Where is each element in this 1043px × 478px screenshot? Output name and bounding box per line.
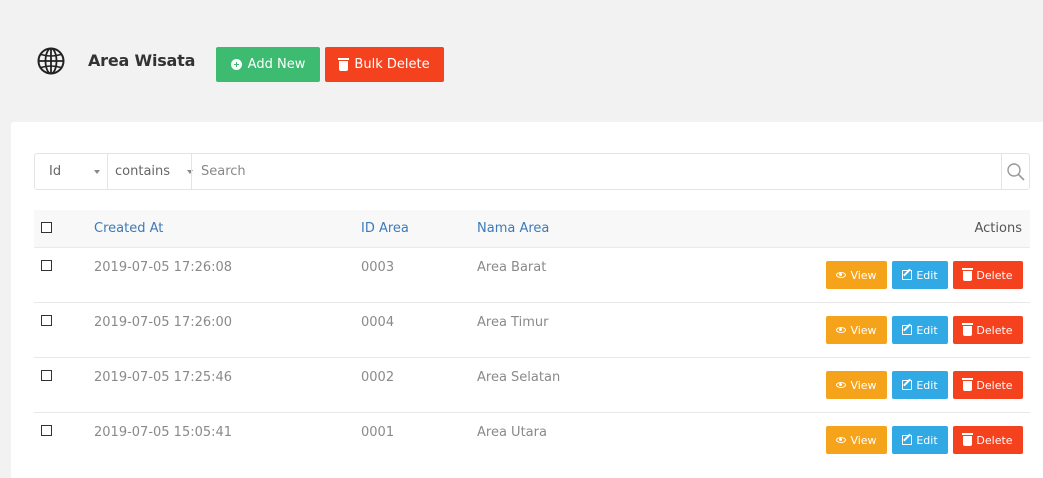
cell-nama-area: Area Barat — [477, 260, 547, 275]
page-title: Area Wisata — [88, 51, 196, 70]
edit-icon — [902, 270, 913, 280]
cell-id-area: 0003 — [361, 260, 395, 275]
delete-label: Delete — [976, 378, 1013, 392]
edit-button[interactable]: Edit — [892, 316, 948, 344]
chevron-down-icon[interactable] — [187, 170, 193, 174]
divider — [1001, 154, 1002, 189]
row-actions: View Edit Delete — [826, 371, 1023, 399]
page-header: Area Wisata Add New Bulk Delete — [0, 0, 1043, 122]
globe-icon — [37, 47, 65, 75]
edit-icon — [902, 380, 913, 390]
search-icon[interactable] — [1006, 162, 1026, 182]
filter-operator-select[interactable]: contains — [115, 164, 170, 179]
divider — [107, 154, 108, 189]
chevron-down-icon[interactable] — [94, 170, 100, 174]
delete-button[interactable]: Delete — [953, 261, 1023, 289]
delete-button[interactable]: Delete — [953, 316, 1023, 344]
divider — [191, 154, 192, 189]
plus-circle-icon — [230, 59, 242, 70]
bulk-delete-button[interactable]: Bulk Delete — [325, 47, 444, 82]
edit-icon — [902, 325, 913, 335]
trash-icon — [338, 57, 350, 71]
view-label: View — [850, 433, 877, 447]
delete-label: Delete — [976, 323, 1013, 337]
edit-icon — [902, 435, 913, 445]
select-all-checkbox[interactable] — [41, 222, 52, 233]
delete-label: Delete — [976, 433, 1013, 447]
cell-nama-area: Area Utara — [477, 425, 547, 440]
trash-icon — [962, 323, 974, 336]
row-actions: View Edit Delete — [826, 316, 1023, 344]
cell-id-area: 0001 — [361, 425, 395, 440]
eye-icon — [836, 382, 847, 388]
cell-created-at: 2019-07-05 17:25:46 — [94, 370, 233, 385]
view-button[interactable]: View — [826, 371, 887, 399]
cell-created-at: 2019-07-05 17:26:00 — [94, 315, 233, 330]
trash-icon — [962, 378, 974, 391]
filter-bar: Id contains — [34, 153, 1030, 190]
table-header: Created At ID Area Nama Area Actions — [34, 210, 1030, 248]
eye-icon — [836, 272, 847, 278]
view-label: View — [850, 378, 877, 392]
table-row: 2019-07-05 17:26:00 0004 Area Timur View… — [34, 303, 1030, 358]
view-label: View — [850, 323, 877, 337]
edit-label: Edit — [916, 378, 938, 392]
cell-id-area: 0002 — [361, 370, 395, 385]
cell-created-at: 2019-07-05 15:05:41 — [94, 425, 233, 440]
add-new-label: Add New — [247, 57, 306, 72]
table-row: 2019-07-05 17:25:46 0002 Area Selatan Vi… — [34, 358, 1030, 413]
search-input[interactable] — [201, 159, 991, 184]
eye-icon — [836, 327, 847, 333]
row-checkbox[interactable] — [41, 260, 52, 271]
cell-created-at: 2019-07-05 17:26:08 — [94, 260, 233, 275]
bulk-delete-label: Bulk Delete — [354, 57, 430, 72]
trash-icon — [962, 268, 974, 281]
row-actions: View Edit Delete — [826, 426, 1023, 454]
filter-field-select[interactable]: Id — [49, 164, 61, 179]
cell-nama-area: Area Selatan — [477, 370, 561, 385]
edit-button[interactable]: Edit — [892, 371, 948, 399]
edit-button[interactable]: Edit — [892, 261, 948, 289]
eye-icon — [836, 437, 847, 443]
view-button[interactable]: View — [826, 316, 887, 344]
row-checkbox[interactable] — [41, 370, 52, 381]
add-new-button[interactable]: Add New — [216, 47, 320, 82]
column-actions: Actions — [974, 221, 1023, 236]
edit-label: Edit — [916, 433, 938, 447]
column-nama-area[interactable]: Nama Area — [477, 221, 549, 236]
delete-button[interactable]: Delete — [953, 426, 1023, 454]
column-id-area[interactable]: ID Area — [361, 221, 409, 236]
edit-label: Edit — [916, 323, 938, 337]
edit-button[interactable]: Edit — [892, 426, 948, 454]
cell-nama-area: Area Timur — [477, 315, 549, 330]
delete-label: Delete — [976, 268, 1013, 282]
table-row: 2019-07-05 15:05:41 0001 Area Utara View… — [34, 413, 1030, 468]
edit-label: Edit — [916, 268, 938, 282]
row-checkbox[interactable] — [41, 425, 52, 436]
column-created-at[interactable]: Created At — [94, 221, 163, 236]
cell-id-area: 0004 — [361, 315, 395, 330]
row-checkbox[interactable] — [41, 315, 52, 326]
view-button[interactable]: View — [826, 426, 887, 454]
view-label: View — [850, 268, 877, 282]
row-actions: View Edit Delete — [826, 261, 1023, 289]
table-row: 2019-07-05 17:26:08 0003 Area Barat View… — [34, 248, 1030, 303]
delete-button[interactable]: Delete — [953, 371, 1023, 399]
trash-icon — [962, 433, 974, 446]
view-button[interactable]: View — [826, 261, 887, 289]
